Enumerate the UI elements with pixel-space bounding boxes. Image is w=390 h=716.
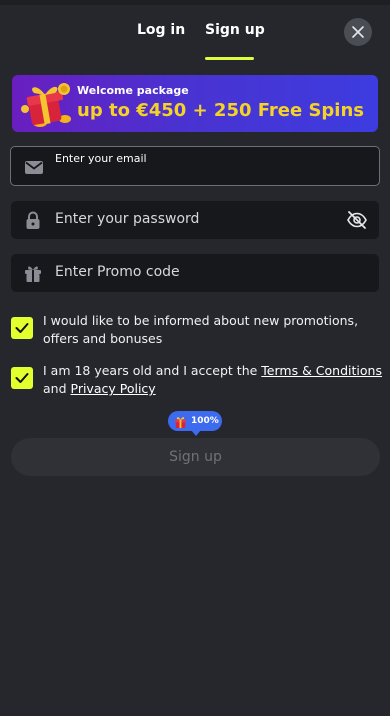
bonus-badge: 100% xyxy=(168,411,222,436)
close-button[interactable] xyxy=(344,18,372,46)
privacy-link[interactable]: Privacy Policy xyxy=(71,381,156,396)
tab-signup[interactable]: Sign up xyxy=(205,22,265,38)
check-icon xyxy=(15,323,29,333)
banner-title: Welcome package xyxy=(77,84,189,97)
tab-login[interactable]: Log in xyxy=(137,22,185,38)
promo-placeholder: Enter Promo code xyxy=(55,264,180,280)
signup-submit-button[interactable]: Sign up xyxy=(11,438,380,476)
age-terms-text: I am 18 years old and I accept the Terms… xyxy=(43,362,383,398)
email-label: Enter your email xyxy=(55,152,147,165)
email-field[interactable]: Enter your email xyxy=(10,146,380,186)
promotions-checkbox[interactable] xyxy=(11,317,33,339)
banner-offer: up to €450 + 250 Free Spins xyxy=(77,100,365,121)
gift-icon xyxy=(174,416,187,428)
lock-icon xyxy=(26,211,40,229)
promo-code-field[interactable]: Enter Promo code xyxy=(11,254,379,292)
gift-box-icon xyxy=(21,83,71,127)
age-terms-and: and xyxy=(43,381,71,396)
welcome-banner[interactable]: Welcome package up to €450 + 250 Free Sp… xyxy=(12,75,378,132)
terms-link[interactable]: Terms & Conditions xyxy=(261,363,382,378)
password-placeholder: Enter your password xyxy=(55,211,200,227)
envelope-icon xyxy=(25,161,43,174)
active-tab-indicator xyxy=(205,57,254,60)
gift-icon xyxy=(25,266,41,282)
check-icon xyxy=(15,373,29,383)
promotions-text: I would like to be informed about new pr… xyxy=(43,313,359,346)
close-icon xyxy=(352,26,364,38)
age-terms-checkbox[interactable] xyxy=(11,367,33,389)
auth-tabs: Log in Sign up xyxy=(0,5,390,60)
signup-modal: Log in Sign up Welcome package up to €45… xyxy=(0,5,390,716)
bonus-percent: 100% xyxy=(191,416,219,426)
age-terms-prefix: I am 18 years old and I accept the xyxy=(43,363,262,378)
eye-off-icon[interactable] xyxy=(346,210,368,230)
password-field[interactable]: Enter your password xyxy=(11,201,379,239)
